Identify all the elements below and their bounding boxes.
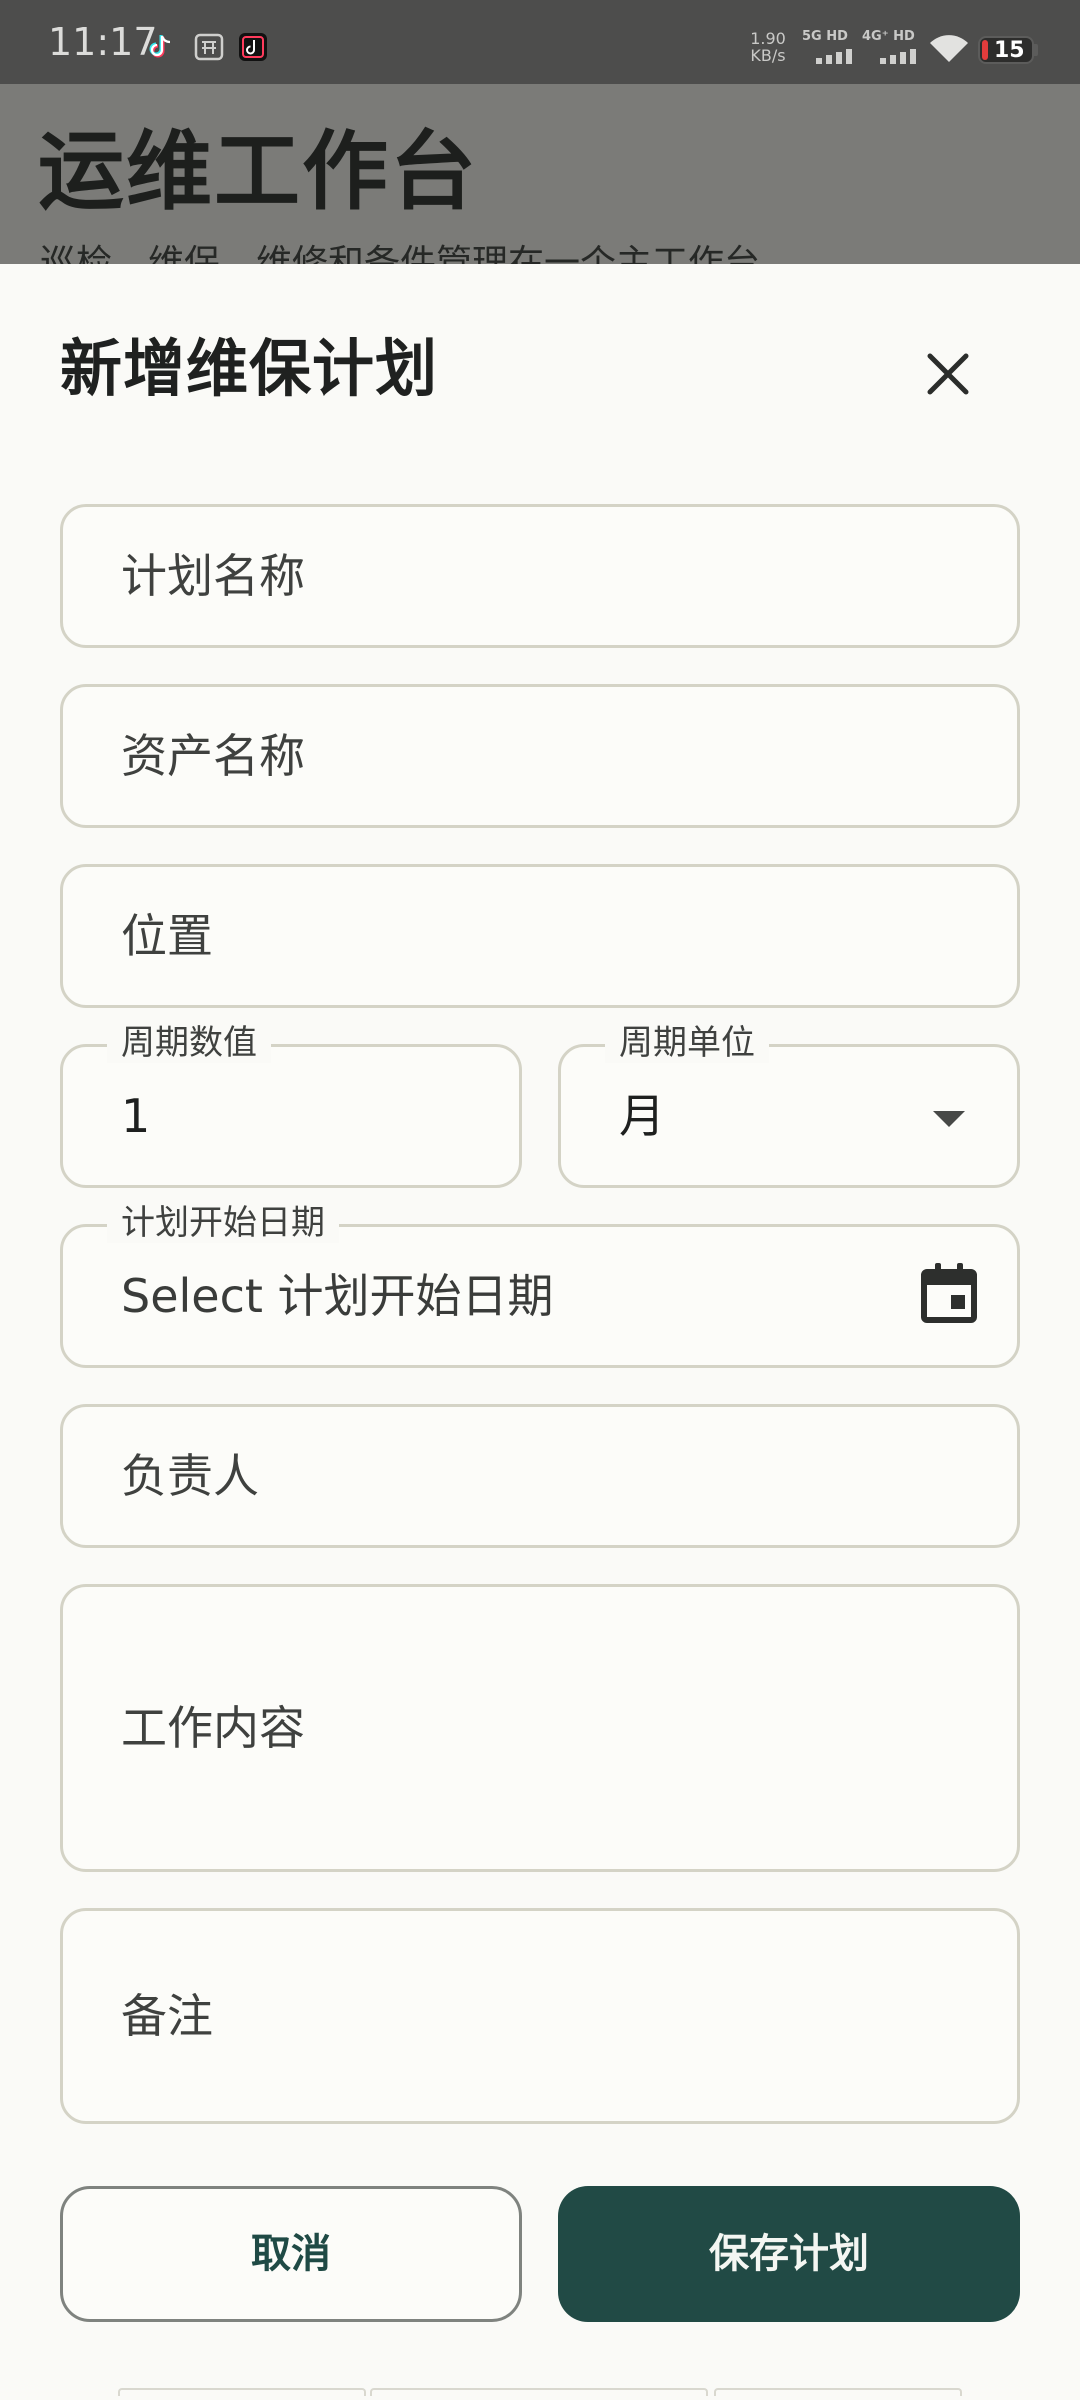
plan-name-field[interactable]: 计划名称 bbox=[60, 504, 1020, 648]
signal-5g: 5G HD bbox=[802, 30, 862, 66]
cancel-button[interactable]: 取消 bbox=[60, 2186, 522, 2322]
signal-bars-icon bbox=[880, 49, 916, 64]
tiktok-lite-icon bbox=[239, 33, 267, 61]
battery-level: 15 bbox=[994, 38, 1025, 63]
owner-field[interactable]: 负责人 bbox=[60, 1404, 1020, 1548]
dialog-title: 新增维保计划 bbox=[60, 332, 439, 405]
signal-5g-label: 5G HD bbox=[802, 29, 848, 44]
start-date-value: Select 计划开始日期 bbox=[121, 1269, 554, 1323]
work-content-placeholder: 工作内容 bbox=[121, 1701, 305, 1755]
asset-name-field[interactable]: 资产名称 bbox=[60, 684, 1020, 828]
location-field[interactable]: 位置 bbox=[60, 864, 1020, 1008]
background-page-subtitle: 巡检、维保、维修和备件管理在一个主工作台。 bbox=[40, 243, 797, 265]
network-speed-value: 1.90 bbox=[750, 29, 786, 48]
notes-textarea[interactable]: 备注 bbox=[60, 1908, 1020, 2124]
wifi-icon bbox=[930, 35, 968, 62]
plan-name-placeholder: 计划名称 bbox=[121, 549, 305, 603]
battery-level-fill bbox=[982, 40, 988, 60]
notes-placeholder: 备注 bbox=[121, 1989, 213, 2043]
cycle-value-field[interactable]: 周期数值 1 bbox=[60, 1023, 522, 1188]
location-placeholder: 位置 bbox=[121, 909, 213, 963]
battery-indicator: 15 bbox=[978, 36, 1034, 64]
network-speed: 1.90 KB/s bbox=[740, 30, 796, 64]
close-icon bbox=[927, 353, 969, 395]
owner-placeholder: 负责人 bbox=[121, 1449, 259, 1503]
app-store-icon bbox=[194, 33, 224, 61]
signal-bars-icon bbox=[816, 49, 852, 64]
cycle-value-label: 周期数值 bbox=[107, 1023, 271, 1063]
calendar-icon[interactable] bbox=[921, 1263, 977, 1323]
save-plan-button[interactable]: 保存计划 bbox=[558, 2186, 1020, 2322]
add-maintenance-plan-sheet: 新增维保计划 计划名称 资产名称 位置 周期数值 1 周期单位 月 计划开始日期… bbox=[0, 264, 1080, 2400]
below-fold-item bbox=[714, 2388, 962, 2396]
below-fold-item bbox=[370, 2388, 708, 2396]
work-content-textarea[interactable]: 工作内容 bbox=[60, 1584, 1020, 1872]
background-page-title: 运维工作台 bbox=[38, 122, 478, 222]
signal-4g: 4G⁺ HD bbox=[862, 30, 922, 66]
signal-4g-label: 4G⁺ HD bbox=[862, 29, 915, 44]
cycle-unit-label: 周期单位 bbox=[605, 1023, 769, 1063]
dropdown-arrow-icon bbox=[933, 1111, 965, 1127]
below-fold-item bbox=[118, 2388, 366, 2396]
status-time: 11:17 bbox=[48, 20, 158, 64]
cycle-unit-selected-value: 月 bbox=[619, 1089, 665, 1143]
cycle-unit-select[interactable]: 周期单位 月 bbox=[558, 1023, 1020, 1188]
close-button[interactable] bbox=[908, 334, 988, 414]
background-page-scrim[interactable]: 运维工作台 巡检、维保、维修和备件管理在一个主工作台。 bbox=[0, 84, 1080, 264]
start-date-label: 计划开始日期 bbox=[107, 1203, 339, 1243]
below-fold-hint bbox=[118, 2388, 962, 2398]
network-speed-unit: KB/s bbox=[750, 46, 786, 65]
asset-name-placeholder: 资产名称 bbox=[121, 729, 305, 783]
start-date-field[interactable]: 计划开始日期 Select 计划开始日期 bbox=[60, 1203, 1020, 1368]
cycle-value-input: 1 bbox=[121, 1089, 151, 1143]
tiktok-icon bbox=[149, 35, 171, 58]
status-bar: 11:17 1.90 KB/s 5G HD 4G⁺ HD 15 bbox=[0, 0, 1080, 84]
battery-tip bbox=[1034, 44, 1038, 56]
